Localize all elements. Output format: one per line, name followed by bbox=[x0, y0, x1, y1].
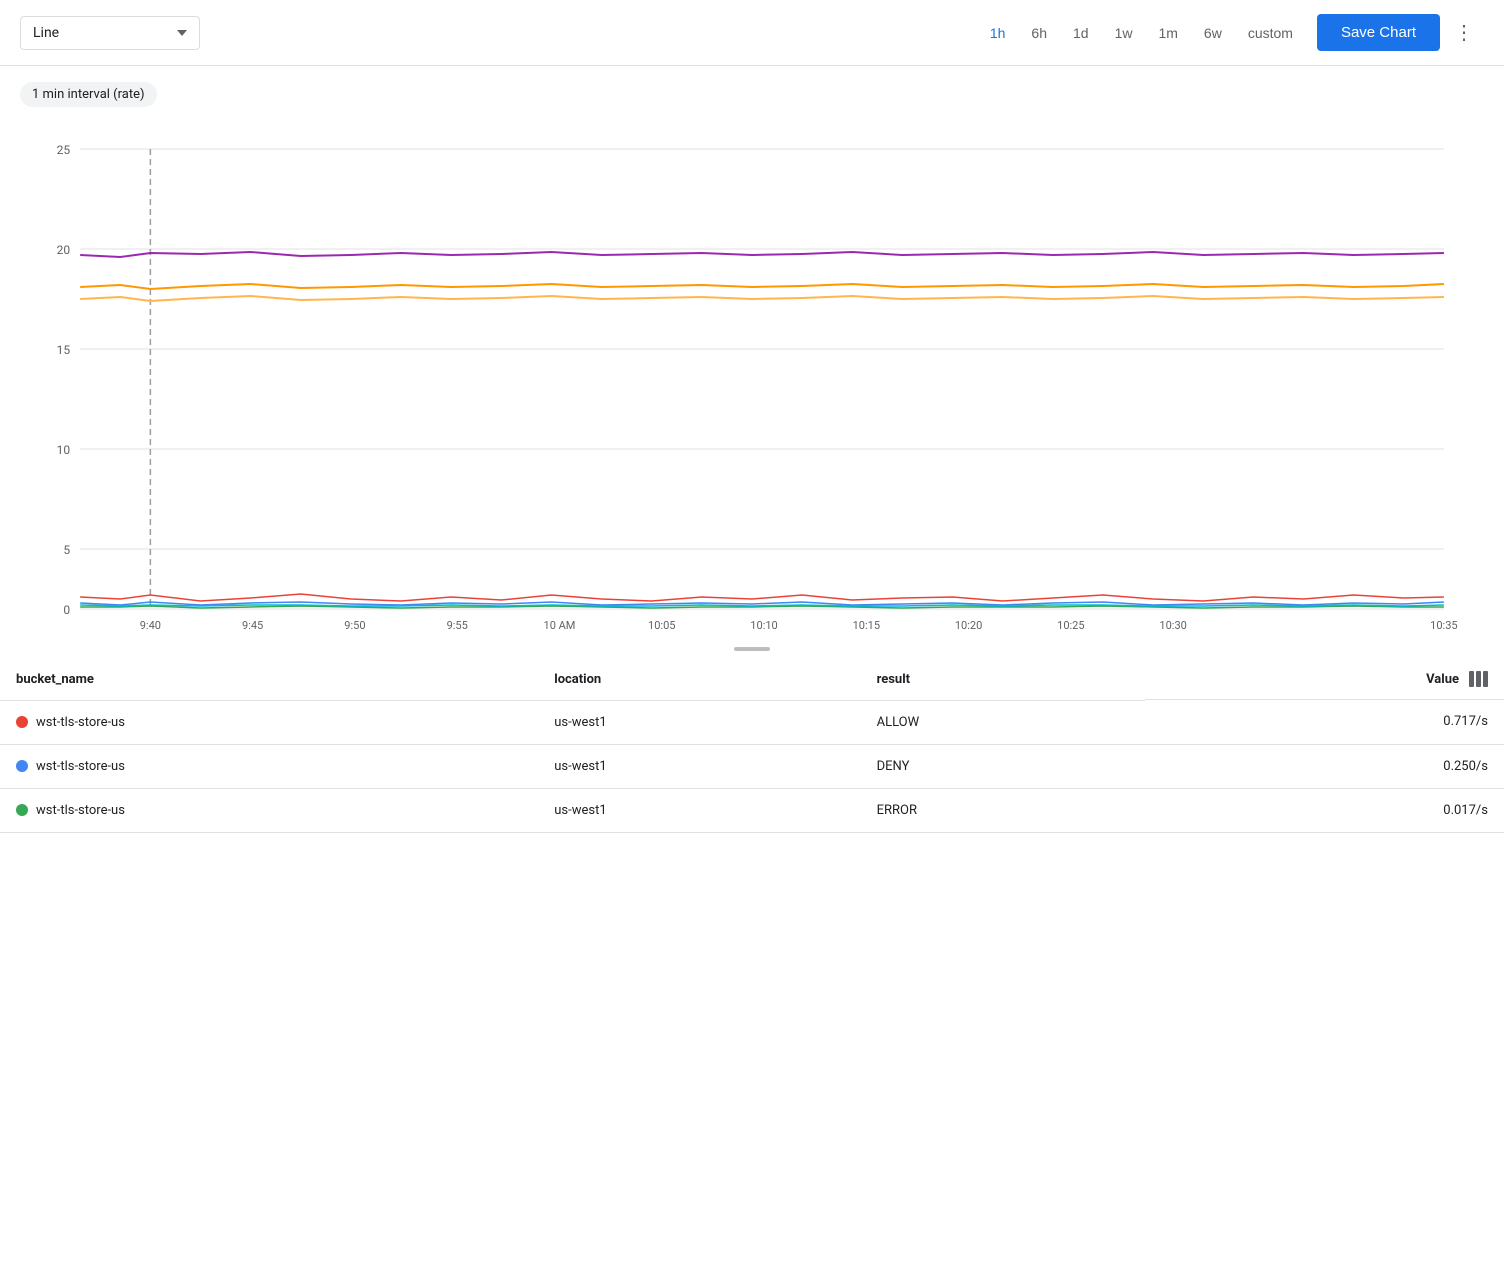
svg-text:20: 20 bbox=[57, 243, 71, 257]
interval-badge: 1 min interval (rate) bbox=[20, 82, 157, 107]
svg-text:9:45: 9:45 bbox=[242, 619, 263, 632]
time-range-1d[interactable]: 1d bbox=[1063, 19, 1099, 47]
time-range-custom[interactable]: custom bbox=[1238, 19, 1303, 47]
svg-text:15: 15 bbox=[57, 343, 71, 357]
svg-text:10:05: 10:05 bbox=[648, 619, 675, 632]
col-header-location: location bbox=[538, 659, 860, 700]
drag-handle-row bbox=[0, 639, 1504, 659]
table-row: wst-tls-store-us us-west1 ERROR 0.017/s bbox=[0, 788, 1504, 832]
table-row: wst-tls-store-us us-west1 DENY 0.250/s bbox=[0, 744, 1504, 788]
legend-dot-allow bbox=[16, 716, 28, 728]
time-range-group: 1h 6h 1d 1w 1m 6w custom Save Chart ⋮ bbox=[980, 14, 1484, 51]
legend-dot-deny bbox=[16, 760, 28, 772]
legend-section: bucket_name location result Value bbox=[0, 659, 1504, 833]
time-range-1w[interactable]: 1w bbox=[1105, 19, 1143, 47]
toolbar: Line 1h 6h 1d 1w 1m 6w custom Save Chart… bbox=[0, 0, 1504, 66]
svg-text:10:15: 10:15 bbox=[853, 619, 880, 632]
chart-area: 1 min interval (rate) 25 20 15 10 5 0 9:… bbox=[0, 66, 1504, 639]
svg-text:10:25: 10:25 bbox=[1057, 619, 1084, 632]
time-range-1h[interactable]: 1h bbox=[980, 19, 1016, 47]
cell-location-2: us-west1 bbox=[538, 744, 860, 788]
columns-icon[interactable] bbox=[1469, 671, 1488, 687]
cell-result-2: DENY bbox=[861, 744, 1146, 788]
cell-result-1: ALLOW bbox=[861, 700, 1146, 744]
col-header-result: result bbox=[861, 659, 1146, 700]
svg-text:10:35: 10:35 bbox=[1430, 619, 1457, 632]
save-chart-button[interactable]: Save Chart bbox=[1317, 14, 1440, 51]
svg-text:10:20: 10:20 bbox=[955, 619, 982, 632]
cell-location-1: us-west1 bbox=[538, 700, 860, 744]
chart-type-label: Line bbox=[33, 25, 59, 41]
cell-value-2: 0.250/s bbox=[1145, 744, 1504, 788]
chart-container: 25 20 15 10 5 0 9:40 9:45 9:50 9:55 10 A… bbox=[20, 119, 1484, 639]
svg-text:0: 0 bbox=[63, 603, 70, 617]
cell-value-3: 0.017/s bbox=[1145, 788, 1504, 832]
chart-svg: 25 20 15 10 5 0 9:40 9:45 9:50 9:55 10 A… bbox=[20, 119, 1484, 639]
more-options-button[interactable]: ⋮ bbox=[1446, 16, 1484, 49]
cell-bucket-3: wst-tls-store-us bbox=[0, 788, 538, 832]
chevron-down-icon bbox=[177, 30, 187, 36]
drag-handle[interactable] bbox=[734, 647, 770, 651]
svg-text:9:50: 9:50 bbox=[344, 619, 365, 632]
cell-bucket-2: wst-tls-store-us bbox=[0, 744, 538, 788]
legend-table: bucket_name location result Value bbox=[0, 659, 1504, 833]
svg-text:10 AM: 10 AM bbox=[544, 619, 576, 632]
svg-text:25: 25 bbox=[57, 143, 71, 157]
svg-text:10:10: 10:10 bbox=[750, 619, 777, 632]
col-header-value: Value bbox=[1145, 659, 1504, 700]
cell-bucket-1: wst-tls-store-us bbox=[0, 700, 538, 744]
svg-text:10:30: 10:30 bbox=[1159, 619, 1186, 632]
cell-location-3: us-west1 bbox=[538, 788, 860, 832]
cell-value-1: 0.717/s bbox=[1145, 700, 1504, 744]
svg-text:9:55: 9:55 bbox=[447, 619, 468, 632]
legend-dot-error bbox=[16, 804, 28, 816]
time-range-6w[interactable]: 6w bbox=[1194, 19, 1232, 47]
cell-result-3: ERROR bbox=[861, 788, 1146, 832]
table-row: wst-tls-store-us us-west1 ALLOW 0.717/s bbox=[0, 700, 1504, 744]
col-header-bucket_name: bucket_name bbox=[0, 659, 538, 700]
svg-text:10: 10 bbox=[57, 443, 71, 457]
svg-text:5: 5 bbox=[63, 543, 70, 557]
time-range-1m[interactable]: 1m bbox=[1148, 19, 1187, 47]
time-range-6h[interactable]: 6h bbox=[1021, 19, 1057, 47]
chart-type-dropdown[interactable]: Line bbox=[20, 16, 200, 50]
svg-text:9:40: 9:40 bbox=[140, 619, 161, 632]
